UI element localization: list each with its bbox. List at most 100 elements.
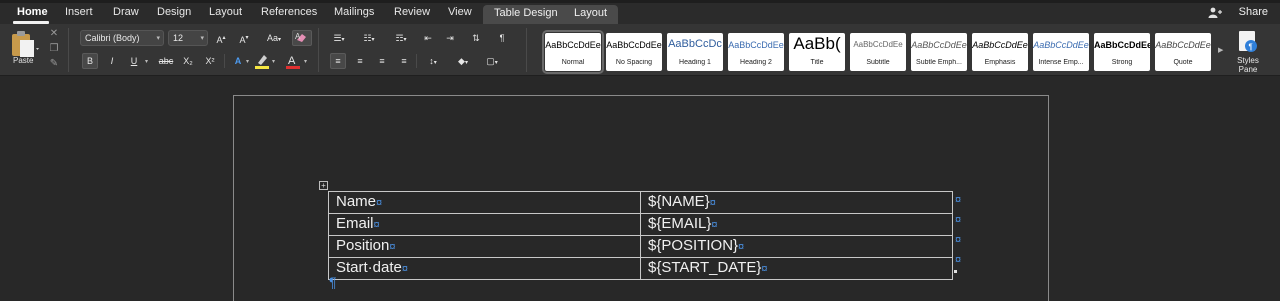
style-quote[interactable]: AaBbCcDdEe Quote: [1155, 33, 1211, 71]
justify-icon[interactable]: ≡: [396, 53, 412, 69]
text-effects-icon[interactable]: A: [230, 53, 246, 69]
show-formatting-marks-icon[interactable]: ¶: [494, 30, 510, 46]
table-move-handle-icon[interactable]: +: [319, 181, 328, 190]
tab-design[interactable]: Design: [157, 6, 191, 18]
ribbon-separator: [318, 28, 319, 72]
tab-review[interactable]: Review: [394, 6, 430, 18]
copy-icon[interactable]: ❐: [48, 43, 60, 55]
svg-text:A: A: [288, 55, 296, 67]
style-emphasis[interactable]: AaBbCcDdEe Emphasis: [972, 33, 1028, 71]
increase-indent-icon[interactable]: ⇥: [442, 30, 458, 46]
underline-options-chevron-icon[interactable]: ▾: [145, 58, 148, 65]
font-size-value: 12: [173, 33, 184, 43]
chevron-down-icon[interactable]: ▾: [304, 58, 307, 65]
eraser-icon: A: [295, 32, 306, 42]
style-intense-emphasis[interactable]: AaBbCcDdEe Intense Emp...: [1033, 33, 1089, 71]
chevron-down-icon[interactable]: ▾: [272, 58, 275, 65]
align-right-icon[interactable]: ≡: [374, 53, 390, 69]
font-color-icon[interactable]: A: [285, 53, 301, 69]
style-sample: AaBbCcDc: [668, 38, 722, 50]
paragraph-mark: ¶: [329, 274, 337, 290]
numbering-icon[interactable]: ☷▾: [358, 30, 380, 46]
share-person-icon[interactable]: [1208, 7, 1222, 18]
style-sample: AaBbCcDdEe: [972, 40, 1028, 50]
style-title[interactable]: AaBb( Title: [789, 33, 845, 71]
styles-pane-label-line2: Pane: [1238, 65, 1258, 74]
tab-mailings[interactable]: Mailings: [334, 6, 374, 18]
tab-table-layout[interactable]: Layout: [574, 7, 607, 19]
tab-table-design[interactable]: Table Design: [494, 7, 558, 19]
multilevel-list-icon[interactable]: ☶▾: [390, 30, 412, 46]
highlight-icon[interactable]: [254, 53, 270, 69]
style-name: Subtitle: [866, 59, 890, 66]
tab-home[interactable]: Home: [17, 6, 48, 18]
title-bar-edge: [0, 0, 1280, 3]
font-name-dropdown[interactable]: Calibri (Body) ▾: [80, 30, 164, 46]
format-painter-icon[interactable]: ✎: [48, 58, 60, 70]
decrease-indent-icon[interactable]: ⇤: [420, 30, 436, 46]
style-name: Title: [810, 59, 824, 66]
share-button[interactable]: Share: [1239, 6, 1268, 18]
table-tools-tab-group: Table Design Layout: [483, 5, 618, 24]
style-sample: AaBbCcDdEe: [1094, 40, 1150, 50]
table-cell-value[interactable]: ${START_DATE}¤: [640, 257, 953, 280]
style-sample: AaBbCcDdEe: [853, 40, 903, 49]
clipboard-tools: ✕ ❐ ✎: [48, 28, 60, 73]
style-sample: AaBbCcDdEe: [1033, 40, 1089, 50]
paste-icon[interactable]: [8, 28, 40, 72]
italic-button[interactable]: I: [104, 53, 120, 69]
increase-font-size-icon[interactable]: A▴: [213, 30, 229, 46]
underline-button[interactable]: U: [126, 53, 142, 69]
superscript-button[interactable]: X²: [202, 53, 218, 69]
style-subtle-emphasis[interactable]: AaBbCcDdEe Subtle Emph...: [911, 33, 967, 71]
style-strong[interactable]: AaBbCcDdEe Strong: [1094, 33, 1150, 71]
tab-draw[interactable]: Draw: [113, 6, 139, 18]
bold-button[interactable]: B: [82, 53, 98, 69]
ribbon-tab-bar: Home Insert Draw Design Layout Reference…: [0, 0, 1280, 24]
style-subtitle[interactable]: AaBbCcDdEe Subtitle: [850, 33, 906, 71]
tab-layout[interactable]: Layout: [209, 6, 242, 18]
table-cell-value[interactable]: ${EMAIL}¤: [640, 213, 953, 236]
table-resize-handle[interactable]: [954, 270, 957, 273]
style-sample: AaBbCcDdEe: [606, 40, 662, 50]
chevron-down-icon[interactable]: ▾: [246, 58, 249, 65]
tab-references[interactable]: References: [261, 6, 317, 18]
style-heading-2[interactable]: AaBbCcDdEe Heading 2: [728, 33, 784, 71]
align-center-icon[interactable]: ≡: [352, 53, 368, 69]
document-table[interactable]: Name¤ ${NAME}¤ Email¤ ${EMAIL}¤ Position…: [328, 191, 953, 280]
font-name-value: Calibri (Body): [85, 33, 140, 43]
styles-pane-button[interactable]: ¶ Styles Pane: [1230, 30, 1266, 74]
tab-insert[interactable]: Insert: [65, 6, 93, 18]
styles-gallery-more-icon[interactable]: ▶: [1218, 46, 1223, 54]
style-name: Strong: [1111, 59, 1133, 66]
strikethrough-button[interactable]: abc: [156, 53, 176, 69]
style-heading-1[interactable]: AaBbCcDc Heading 1: [667, 33, 723, 71]
subscript-button[interactable]: X₂: [180, 53, 196, 69]
table-cell-value[interactable]: ${NAME}¤: [640, 191, 953, 214]
table-cell-label[interactable]: Start·date¤: [328, 257, 641, 280]
change-case-icon[interactable]: Aa▾: [263, 30, 285, 46]
decrease-font-size-icon[interactable]: A▾: [236, 30, 252, 46]
clear-formatting-icon[interactable]: A: [292, 30, 312, 46]
tab-view[interactable]: View: [448, 6, 472, 18]
borders-icon[interactable]: ▢▾: [480, 53, 504, 69]
styles-pane-icon: ¶: [1239, 31, 1257, 52]
paste-label: Paste: [13, 56, 34, 65]
table-cell-value[interactable]: ${POSITION}¤: [640, 235, 953, 258]
table-cell-label[interactable]: Name¤: [328, 191, 641, 214]
font-size-dropdown[interactable]: 12 ▾: [168, 30, 208, 46]
cut-icon[interactable]: ✕: [48, 28, 60, 40]
table-row: Position¤ ${POSITION}¤: [328, 235, 953, 258]
shading-icon[interactable]: ◆▾: [452, 53, 474, 69]
sort-icon[interactable]: ⇅: [468, 30, 484, 46]
style-normal[interactable]: AaBbCcDdEe Normal: [542, 30, 604, 74]
chevron-down-icon: ▾: [156, 35, 160, 42]
style-no-spacing[interactable]: AaBbCcDdEe No Spacing: [606, 33, 662, 71]
style-sample: AaBb(: [793, 34, 841, 53]
table-cell-label[interactable]: Position¤: [328, 235, 641, 258]
ribbon-separator: [68, 28, 69, 72]
line-spacing-icon[interactable]: ↕▾: [422, 53, 444, 69]
align-left-icon[interactable]: ≡: [330, 53, 346, 69]
bullets-icon[interactable]: ☰▾: [328, 30, 350, 46]
table-cell-label[interactable]: Email¤: [328, 213, 641, 236]
